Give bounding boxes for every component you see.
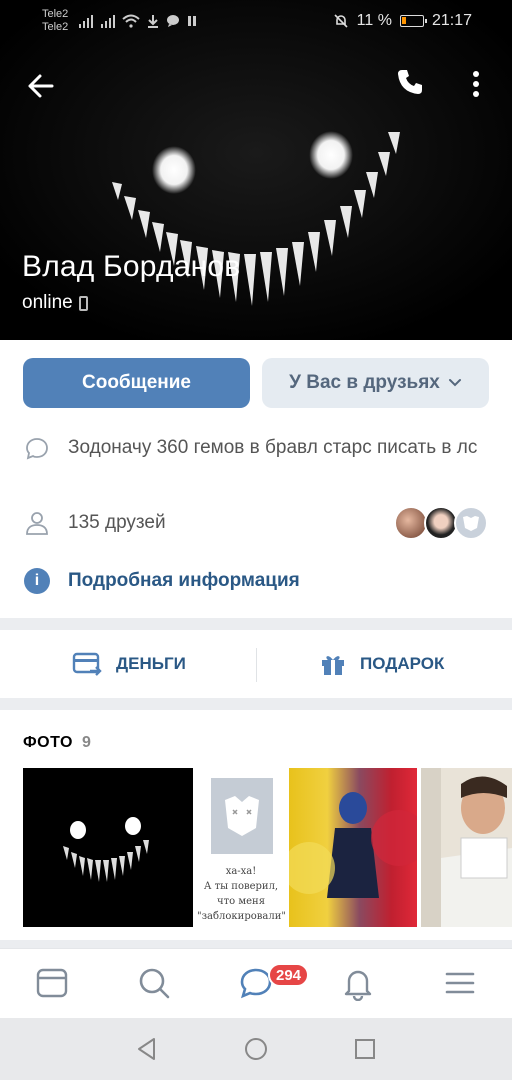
blocked-caption-1: ха-ха! — [225, 866, 257, 877]
system-recents-icon[interactable] — [352, 1036, 378, 1062]
photo-3[interactable] — [289, 768, 417, 927]
news-feed-icon[interactable] — [34, 965, 70, 1001]
photos-section: ФОТО 9 ха-ха! А ты поверил, что меня "за… — [0, 710, 512, 940]
system-back-icon[interactable] — [134, 1036, 160, 1062]
photo-1[interactable] — [23, 768, 193, 927]
photo-4[interactable] — [421, 768, 512, 927]
speech-bubble-icon — [26, 438, 48, 460]
wifi-icon — [122, 14, 140, 28]
photos-title[interactable]: ФОТО — [23, 734, 73, 752]
search-icon[interactable] — [136, 965, 172, 1001]
photos-count: 9 — [82, 734, 91, 751]
mobile-device-icon — [78, 295, 88, 311]
photo-2[interactable]: ха-ха! А ты поверил, что меня "заблокиро… — [197, 768, 285, 927]
profile-info-card: Сообщение У Вас в друзьях Зодоначу 360 г… — [0, 340, 512, 618]
friends-row[interactable]: 135 друзей — [0, 506, 512, 542]
muted-bell-icon — [334, 14, 348, 28]
friend-avatar-2 — [424, 506, 458, 540]
pause-icon — [188, 16, 196, 26]
blocked-caption-4: "заблокировали"! — [197, 911, 285, 922]
notifications-bell-icon[interactable] — [340, 965, 376, 1001]
profile-cover: Tele2 Tele2 11 % 21:17 Влад Борданов onl… — [0, 0, 512, 340]
details-row[interactable]: i Подробная информация — [0, 564, 512, 600]
message-button[interactable]: Сообщение — [23, 358, 250, 408]
bottom-tab-bar: 294 — [0, 948, 512, 1018]
menu-icon[interactable] — [442, 965, 478, 1001]
gift-icon — [322, 656, 344, 675]
top-nav — [0, 64, 512, 104]
cover-image — [0, 0, 512, 340]
blocked-caption-3: что меня — [216, 896, 265, 907]
signal-icon — [79, 15, 93, 28]
back-arrow-icon[interactable] — [22, 68, 58, 104]
blocked-caption: ха-ха! А ты поверил, что меня "заблокиро… — [197, 864, 285, 924]
phone-call-icon[interactable] — [394, 66, 426, 98]
photo-3-image — [289, 792, 417, 898]
blocked-dog-icon — [211, 778, 273, 854]
money-label: ДЕНЬГИ — [116, 654, 186, 673]
chevron-down-icon — [448, 379, 461, 387]
online-label: online — [22, 292, 73, 313]
friends-status-label: У Вас в друзьях — [289, 372, 440, 393]
messages-badge: 294 — [268, 963, 310, 987]
status-bar: Tele2 Tele2 11 % 21:17 — [0, 0, 512, 44]
carrier-2: Tele2 — [42, 21, 69, 33]
download-icon — [148, 15, 158, 28]
vk-dog-icon — [463, 516, 479, 531]
friend-avatar-3 — [454, 506, 488, 540]
actions-card: ДЕНЬГИ ПОДАРОК — [0, 630, 512, 698]
info-icon: i — [24, 568, 50, 594]
card-transfer-icon — [72, 652, 102, 676]
blocked-caption-2: А ты поверил, — [203, 881, 279, 892]
gift-label: ПОДАРОК — [360, 654, 445, 673]
signal-icon-2 — [101, 15, 115, 28]
carrier-labels: Tele2 Tele2 — [42, 8, 68, 34]
battery-icon — [399, 15, 427, 27]
friends-status-button[interactable]: У Вас в друзьях — [262, 358, 489, 408]
chat-notification-icon — [167, 15, 179, 27]
photo-1-image — [63, 817, 149, 882]
actions-divider — [256, 648, 257, 682]
friends-count: 135 друзей — [68, 512, 166, 533]
status-icons-right: 11 % 21:17 — [333, 12, 472, 30]
more-vertical-icon[interactable] — [460, 66, 492, 102]
profile-name: Влад Борданов — [22, 250, 241, 283]
money-button[interactable]: ДЕНЬГИ — [72, 630, 186, 698]
friends-avatars[interactable] — [394, 506, 488, 542]
photo-4-image — [421, 768, 512, 927]
details-link[interactable]: Подробная информация — [68, 567, 300, 595]
system-home-icon[interactable] — [243, 1036, 269, 1062]
status-text: Зодоначу 360 гемов в бравл старс писать … — [68, 437, 478, 458]
friend-avatar-1 — [394, 506, 428, 540]
online-status: online — [22, 292, 88, 314]
vk-dog-icon-large — [225, 796, 259, 836]
carrier-1: Tele2 — [42, 8, 69, 20]
clock: 21:17 — [431, 12, 472, 29]
person-icon — [26, 512, 48, 535]
status-icons-left — [78, 14, 198, 28]
system-nav-bar — [0, 1018, 512, 1080]
battery-percent: 11 % — [356, 12, 392, 29]
gift-button[interactable]: ПОДАРОК — [320, 630, 444, 698]
status-row: Зодоначу 360 гемов в бравл старс писать … — [0, 432, 512, 496]
